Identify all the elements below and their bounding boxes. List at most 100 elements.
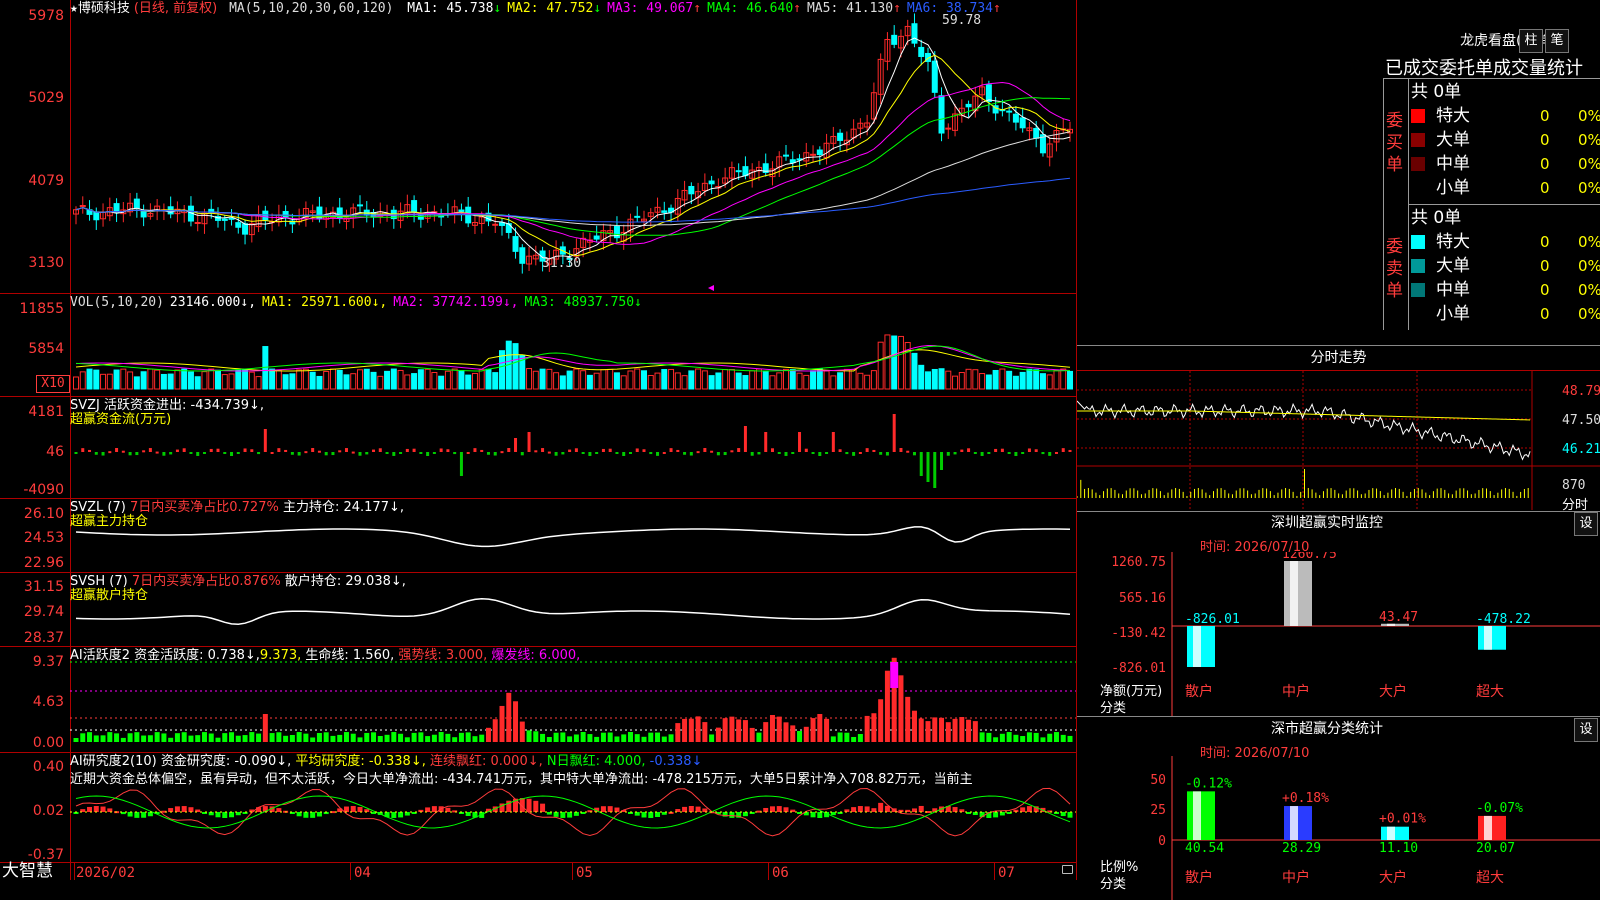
- fund-flow-bar: [121, 450, 125, 453]
- research-bar: [425, 807, 431, 812]
- fund-flow-bar: [284, 449, 288, 452]
- research-bar: [350, 806, 356, 812]
- activity-bar: [715, 727, 721, 742]
- fund-flow-bar: [973, 452, 977, 454]
- star-icon[interactable]: ★: [70, 1, 78, 16]
- buy-side-label: 委买单: [1386, 111, 1403, 175]
- kline-chart-canvas[interactable]: [0, 0, 1077, 880]
- volume-bar: [296, 369, 303, 390]
- lock-icon[interactable]: [1062, 865, 1073, 874]
- volume-bar: [282, 374, 289, 390]
- activity-bar: [769, 715, 775, 742]
- fund-flow-bar: [838, 449, 842, 452]
- classify-settings-button[interactable]: 设: [1574, 718, 1598, 742]
- research-bar: [540, 803, 546, 812]
- ma-value-4: MA4: 46.640↑: [707, 1, 801, 16]
- intraday-chart[interactable]: [1077, 371, 1600, 510]
- activity-bar: [553, 732, 559, 742]
- activity-bar: [580, 732, 586, 742]
- class-ratio-bar-chart[interactable]: 40.54 散户 28.29 中户 11.10 大户 20.07 超大 75 50 25 0 -0.12…: [1077, 756, 1600, 900]
- volume-bar: [580, 370, 587, 390]
- fund-flow-bar: [128, 452, 132, 456]
- volume-bar: [269, 368, 276, 390]
- activity-bar: [952, 718, 958, 742]
- research-bar: [174, 806, 180, 812]
- ma-value-5: MA5: 41.130↑: [806, 1, 901, 16]
- research-bar: [851, 807, 857, 812]
- fund-flow-bar: [277, 448, 281, 452]
- stock-name[interactable]: 博硕科技: [78, 1, 130, 16]
- fund-flow-bar: [696, 451, 700, 454]
- research-bar: [607, 806, 613, 812]
- volume-bar: [431, 371, 438, 390]
- fund-flow-bar: [994, 448, 998, 452]
- volume-bar: [1039, 373, 1046, 390]
- fund-flow-bar: [311, 448, 315, 452]
- ma-value-1: MA1: 45.738↓: [407, 1, 502, 16]
- activity-bar: [790, 725, 796, 742]
- fund-flow-bar: [547, 451, 551, 454]
- fund-flow-bar: [885, 452, 889, 456]
- category-label: 中户: [1282, 683, 1310, 700]
- bar-value-label: 40.54: [1185, 841, 1224, 856]
- activity-bar: [560, 732, 566, 742]
- activity-bar: [141, 735, 147, 742]
- research-bar: [911, 808, 917, 812]
- activity-bar: [485, 727, 491, 742]
- volume-bar: [810, 370, 817, 390]
- activity-bar: [817, 714, 823, 742]
- activity-bar: [695, 716, 701, 742]
- research-bar: [93, 806, 99, 812]
- order-class-label: 小单: [1436, 178, 1470, 198]
- activity-bar: [884, 670, 890, 742]
- fund-flow-bar: [426, 452, 430, 456]
- activity-bar: [830, 736, 836, 742]
- fund-flow-bar: [757, 452, 761, 455]
- candle-body: [235, 222, 242, 228]
- research-bar: [147, 812, 153, 817]
- svsh-info: SVSH (7) 7日内买卖净占比0.876% 散户持仓: 29.038↓,: [70, 574, 406, 589]
- candle-body: [262, 210, 269, 221]
- bar-2: [1381, 826, 1409, 840]
- activity-bar: [567, 736, 573, 742]
- activity-bar: [600, 732, 606, 742]
- stroke-view-button[interactable]: 笔: [1545, 29, 1569, 53]
- candle-body: [931, 60, 938, 93]
- monitor-settings-button[interactable]: 设: [1574, 512, 1598, 536]
- period-label[interactable]: (日线, 前复权): [134, 1, 217, 16]
- volume-bar: [925, 371, 931, 390]
- volume-bar: [329, 368, 336, 390]
- volume-bar: [931, 368, 938, 390]
- vol-unit-badge[interactable]: X10: [36, 375, 70, 393]
- activity-bar: [837, 732, 843, 742]
- activity-bar: [357, 737, 363, 742]
- fund-flow-bar: [608, 448, 612, 452]
- fund-flow-bar: [358, 452, 362, 456]
- volume-bar: [695, 368, 702, 390]
- volume-bar: [465, 374, 472, 390]
- fund-flow-bar: [818, 452, 822, 456]
- research-bar: [215, 812, 221, 818]
- activity-bar: [668, 734, 674, 742]
- activity-bar: [229, 732, 235, 742]
- fund-flow-bar: [764, 432, 768, 452]
- bar-value-label: 28.29: [1282, 841, 1321, 856]
- fund-flow-bar: [987, 452, 991, 454]
- volume-bar: [275, 369, 282, 390]
- column-view-button[interactable]: 柱: [1519, 29, 1543, 53]
- sell-total: 共 0单: [1411, 208, 1462, 228]
- research-bar: [655, 812, 661, 817]
- fund-flow-bar: [527, 432, 531, 452]
- activity-bar: [195, 735, 201, 742]
- fund-flow-bar: [88, 449, 92, 452]
- candle-body: [1012, 113, 1019, 123]
- activity-bar: [1033, 732, 1039, 742]
- volume-bar: [1053, 369, 1060, 390]
- category-label: 超大: [1476, 684, 1504, 700]
- price-tick: 5978: [28, 8, 64, 24]
- y-tick-label: 50: [1150, 773, 1166, 788]
- volume-bar: [857, 372, 864, 390]
- fund-flow-bar: [1034, 449, 1038, 452]
- research-bar: [343, 806, 349, 812]
- order-class-count: 0: [1540, 281, 1550, 299]
